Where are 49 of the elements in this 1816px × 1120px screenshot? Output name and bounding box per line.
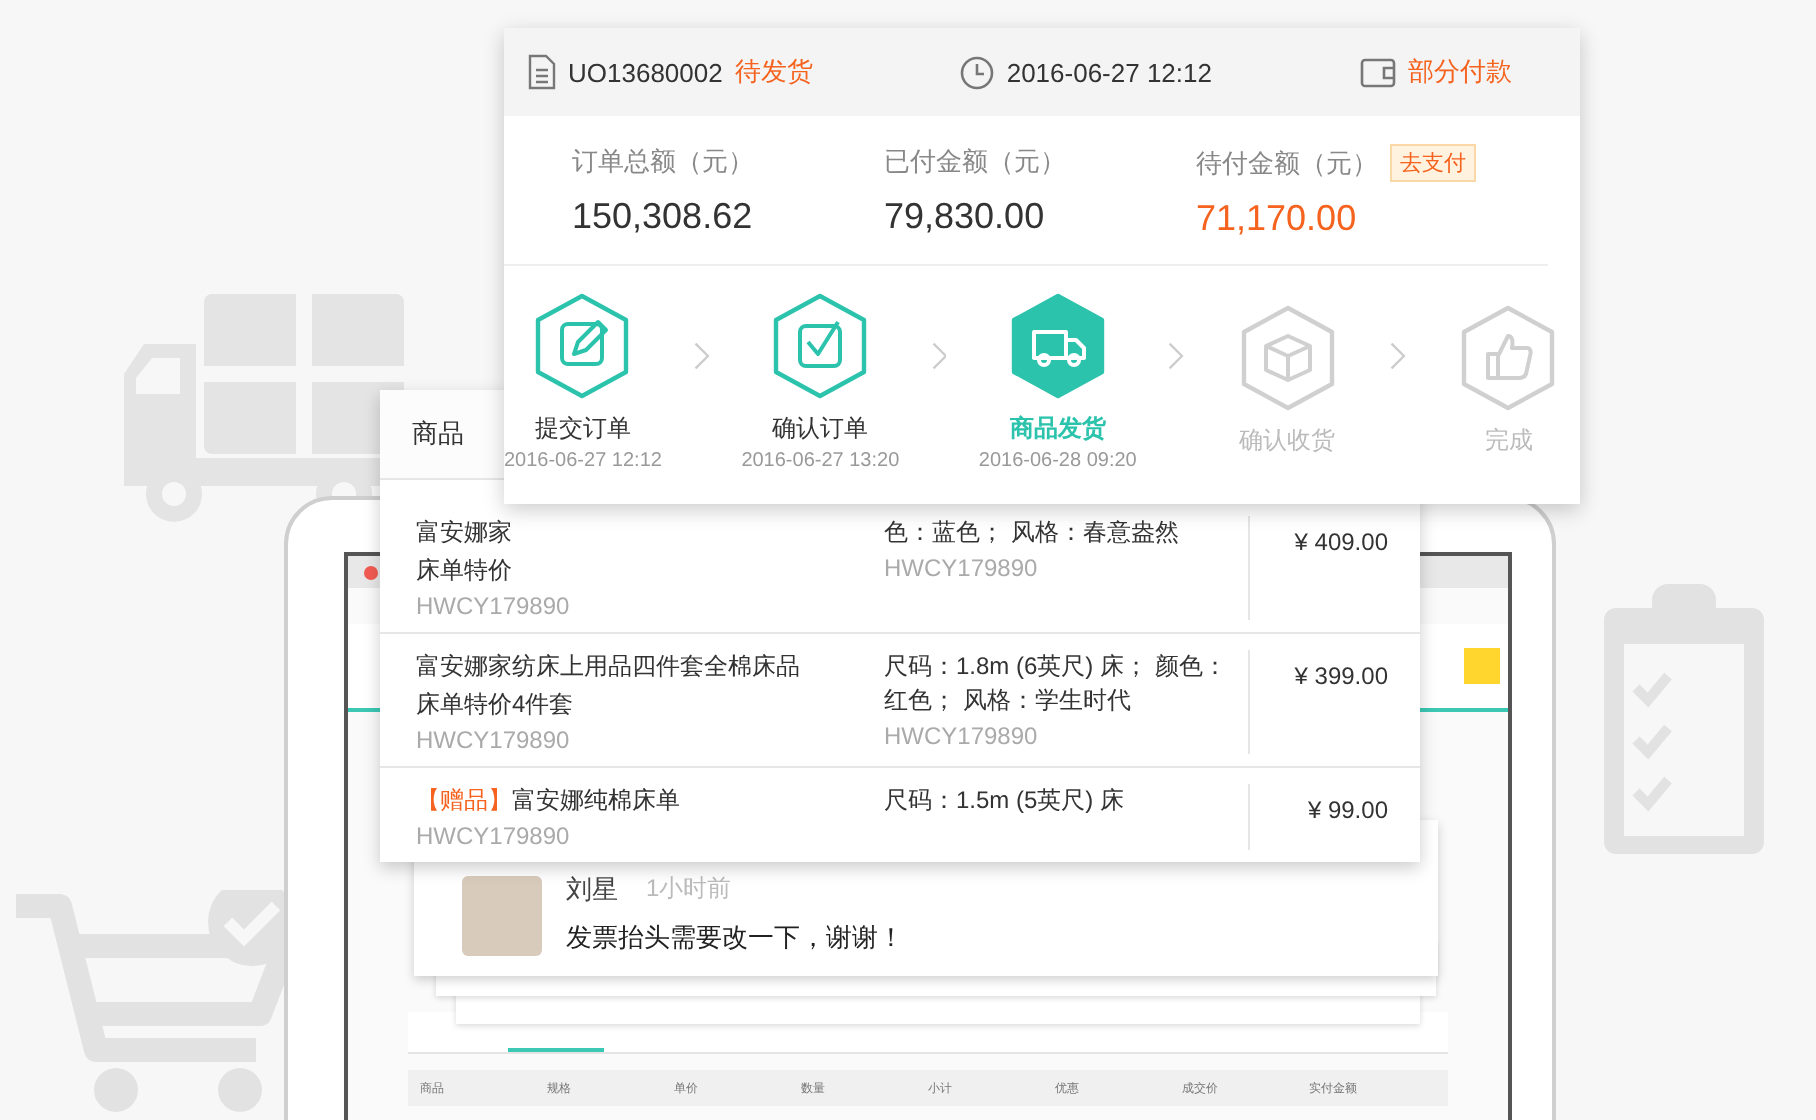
- product-name: 富安娜家: [416, 516, 514, 550]
- comment-text: 发票抬头需要改一下，谢谢！: [566, 920, 904, 956]
- chevron-icon: [1390, 337, 1406, 373]
- step-time: 2016-06-28 09:20: [978, 449, 1137, 471]
- chevron-icon: [931, 337, 947, 373]
- product-code: HWCY179890: [884, 721, 1040, 750]
- amount-value: 71,170.00: [1196, 198, 1359, 240]
- comment-author: 刘星: [566, 872, 618, 908]
- order-time: 2016-06-27 12:12: [1006, 57, 1212, 87]
- order-number: UO13680002: [568, 57, 723, 87]
- window-close-dot[interactable]: [364, 565, 378, 579]
- step-time: 2016-06-27 13:20: [741, 449, 900, 471]
- product-spec: 尺码：1.8m (6英尺) 床； 颜色：红色； 风格：学生时代: [884, 650, 1228, 718]
- chevron-icon: [1168, 337, 1185, 373]
- product-code: HWCY179890: [884, 553, 1040, 582]
- product-spec: 尺码：1.5m (5英尺) 床: [884, 784, 1127, 818]
- product-name: 床单特价: [416, 554, 514, 588]
- product-price: ¥ 399.00: [1294, 662, 1388, 690]
- product-code: HWCY179890: [416, 726, 572, 754]
- step-label: 确认收货: [1239, 424, 1336, 458]
- clock-icon: [960, 55, 995, 89]
- amount-value: 79,830.00: [884, 196, 1047, 238]
- product-name: 富安娜家纺床上用品四件套全棉床品: [416, 650, 802, 684]
- comment-time: 1小时前: [646, 872, 732, 906]
- step-label: 提交订单: [534, 411, 631, 445]
- chevron-icon: [693, 337, 710, 373]
- product-name: 【赠品】富安娜纯棉床单: [416, 784, 682, 818]
- avatar-placeholder: [462, 876, 542, 956]
- product-spec: 色：蓝色； 风格：春意盎然: [884, 516, 1181, 550]
- amount-label: 订单总额（元）: [572, 144, 754, 180]
- order-status: 待发货: [734, 54, 813, 90]
- step-time: 2016-06-27 12:12: [503, 449, 662, 471]
- payment-status: 部分付款: [1408, 54, 1512, 90]
- document-icon: [528, 54, 556, 90]
- product-code: HWCY179890: [416, 592, 572, 620]
- step-label: 商品发货: [1009, 411, 1106, 445]
- step-label: 确认订单: [772, 411, 869, 445]
- product-code: HWCY179890: [416, 822, 572, 850]
- tab-indicator: [508, 1048, 604, 1052]
- wallet-icon: [1360, 57, 1396, 87]
- product-price: ¥ 409.00: [1294, 528, 1388, 556]
- pay-button[interactable]: 去支付: [1390, 144, 1476, 182]
- product-price: ¥ 99.00: [1307, 796, 1388, 824]
- step-label: 完成: [1484, 424, 1533, 458]
- amount-value: 150,308.62: [572, 196, 755, 238]
- amount-label: 待付金额（元）: [1196, 145, 1378, 181]
- amount-label: 已付金额（元）: [884, 144, 1066, 180]
- column-header: 商品: [412, 416, 464, 452]
- product-name: 床单特价4件套: [416, 688, 576, 722]
